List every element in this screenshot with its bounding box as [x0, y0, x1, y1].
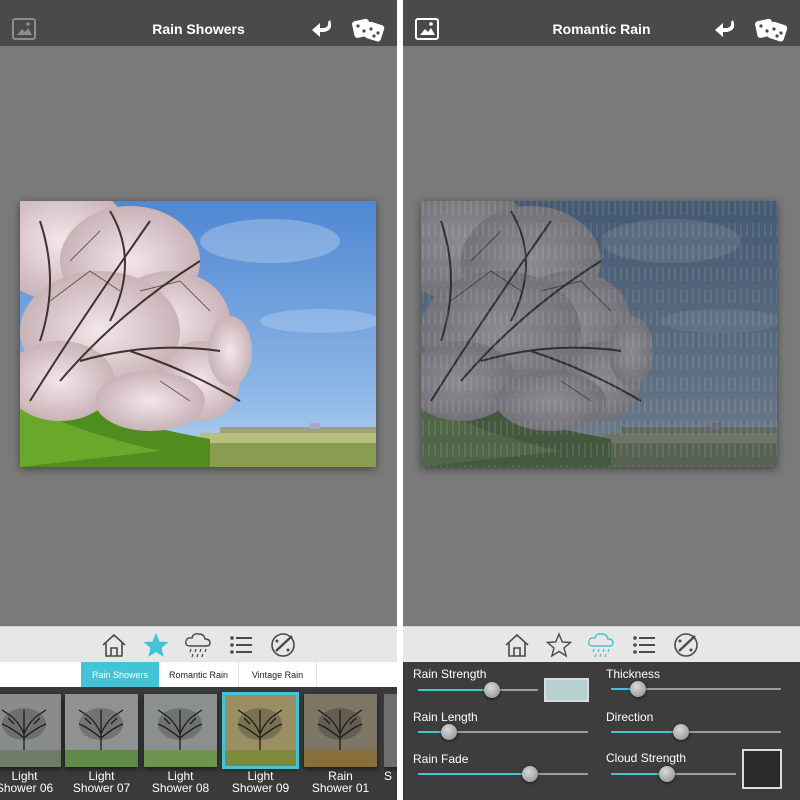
preset-image: [222, 692, 299, 769]
right-screen: Romantic Rain Rain Strength Rain Length …: [403, 0, 800, 800]
preset-thumb[interactable]: Light Shower 07: [65, 694, 138, 800]
preset-thumb[interactable]: Light Shower 06: [0, 694, 61, 800]
left-screen: Rain Showers Rain Showers Romantic Rain …: [0, 0, 397, 800]
preset-thumb[interactable]: Light Shower 08: [144, 694, 217, 800]
page-title: Romantic Rain: [552, 21, 651, 37]
direction-label: Direction: [606, 710, 654, 724]
preset-thumb[interactable]: S: [384, 694, 397, 800]
dice-icon[interactable]: [755, 17, 789, 43]
star-icon[interactable]: [544, 631, 574, 659]
tool-tab-bar: [403, 626, 800, 662]
cloud-strength-label: Cloud Strength: [606, 751, 687, 765]
tab-vintage-rain[interactable]: Vintage Rain: [239, 662, 317, 687]
preset-image: [65, 694, 138, 767]
cloud-color-swatch[interactable]: [742, 749, 782, 789]
brush-palette-icon[interactable]: [671, 631, 701, 659]
cloud-strength-knob[interactable]: [659, 766, 676, 782]
direction-slider[interactable]: [611, 731, 781, 733]
star-icon[interactable]: [141, 631, 171, 659]
rain-fade-slider[interactable]: [418, 773, 588, 775]
home-icon[interactable]: [502, 631, 532, 659]
photo-preview-rain: [421, 201, 777, 467]
list-icon[interactable]: [629, 631, 659, 659]
thickness-label: Thickness: [606, 667, 661, 681]
page-title: Rain Showers: [152, 21, 245, 37]
preset-thumb-selected[interactable]: Light Shower 09: [222, 692, 299, 800]
preset-image: [304, 694, 377, 767]
thickness-knob[interactable]: [630, 681, 647, 697]
rain-fade-label: Rain Fade: [413, 752, 469, 766]
rain-color-swatch[interactable]: [544, 678, 589, 702]
rain-strength-slider[interactable]: [418, 689, 538, 691]
preset-image: [384, 694, 397, 767]
rain-strength-knob[interactable]: [484, 682, 501, 698]
preset-strip: Light Shower 06 Light Shower 07 Light Showe…: [0, 687, 397, 800]
direction-knob[interactable]: [672, 724, 689, 740]
rain-length-label: Rain Length: [413, 710, 478, 724]
rain-settings-panel: Rain Strength Rain Length Rain Fade Thic…: [403, 662, 800, 800]
tab-romantic-rain[interactable]: Romantic Rain: [159, 662, 239, 687]
preset-category-tabs: Rain Showers Romantic Rain Vintage Rain: [0, 662, 397, 687]
preset-label: Rain Shower 01: [311, 769, 370, 795]
back-arrow-icon[interactable]: [310, 18, 336, 40]
tool-tab-bar: [0, 626, 397, 662]
preset-label: S: [384, 769, 393, 783]
dice-icon[interactable]: [352, 17, 386, 43]
rain-strength-label: Rain Strength: [413, 667, 487, 681]
rain-fade-knob[interactable]: [522, 766, 539, 782]
top-bar: Rain Showers: [0, 0, 397, 46]
back-arrow-icon[interactable]: [713, 18, 739, 40]
rain-length-knob[interactable]: [440, 724, 457, 740]
list-icon[interactable]: [226, 631, 256, 659]
preset-image: [0, 694, 61, 767]
preset-thumb[interactable]: Rain Shower 01: [304, 694, 377, 800]
preset-image: [144, 694, 217, 767]
rain-cloud-icon[interactable]: [183, 631, 213, 659]
photo-preview: [20, 201, 376, 467]
tab-rain-showers[interactable]: Rain Showers: [81, 662, 159, 687]
brush-palette-icon[interactable]: [268, 631, 298, 659]
top-bar: Romantic Rain: [403, 0, 800, 46]
home-icon[interactable]: [99, 631, 129, 659]
rain-cloud-icon[interactable]: [586, 631, 616, 659]
